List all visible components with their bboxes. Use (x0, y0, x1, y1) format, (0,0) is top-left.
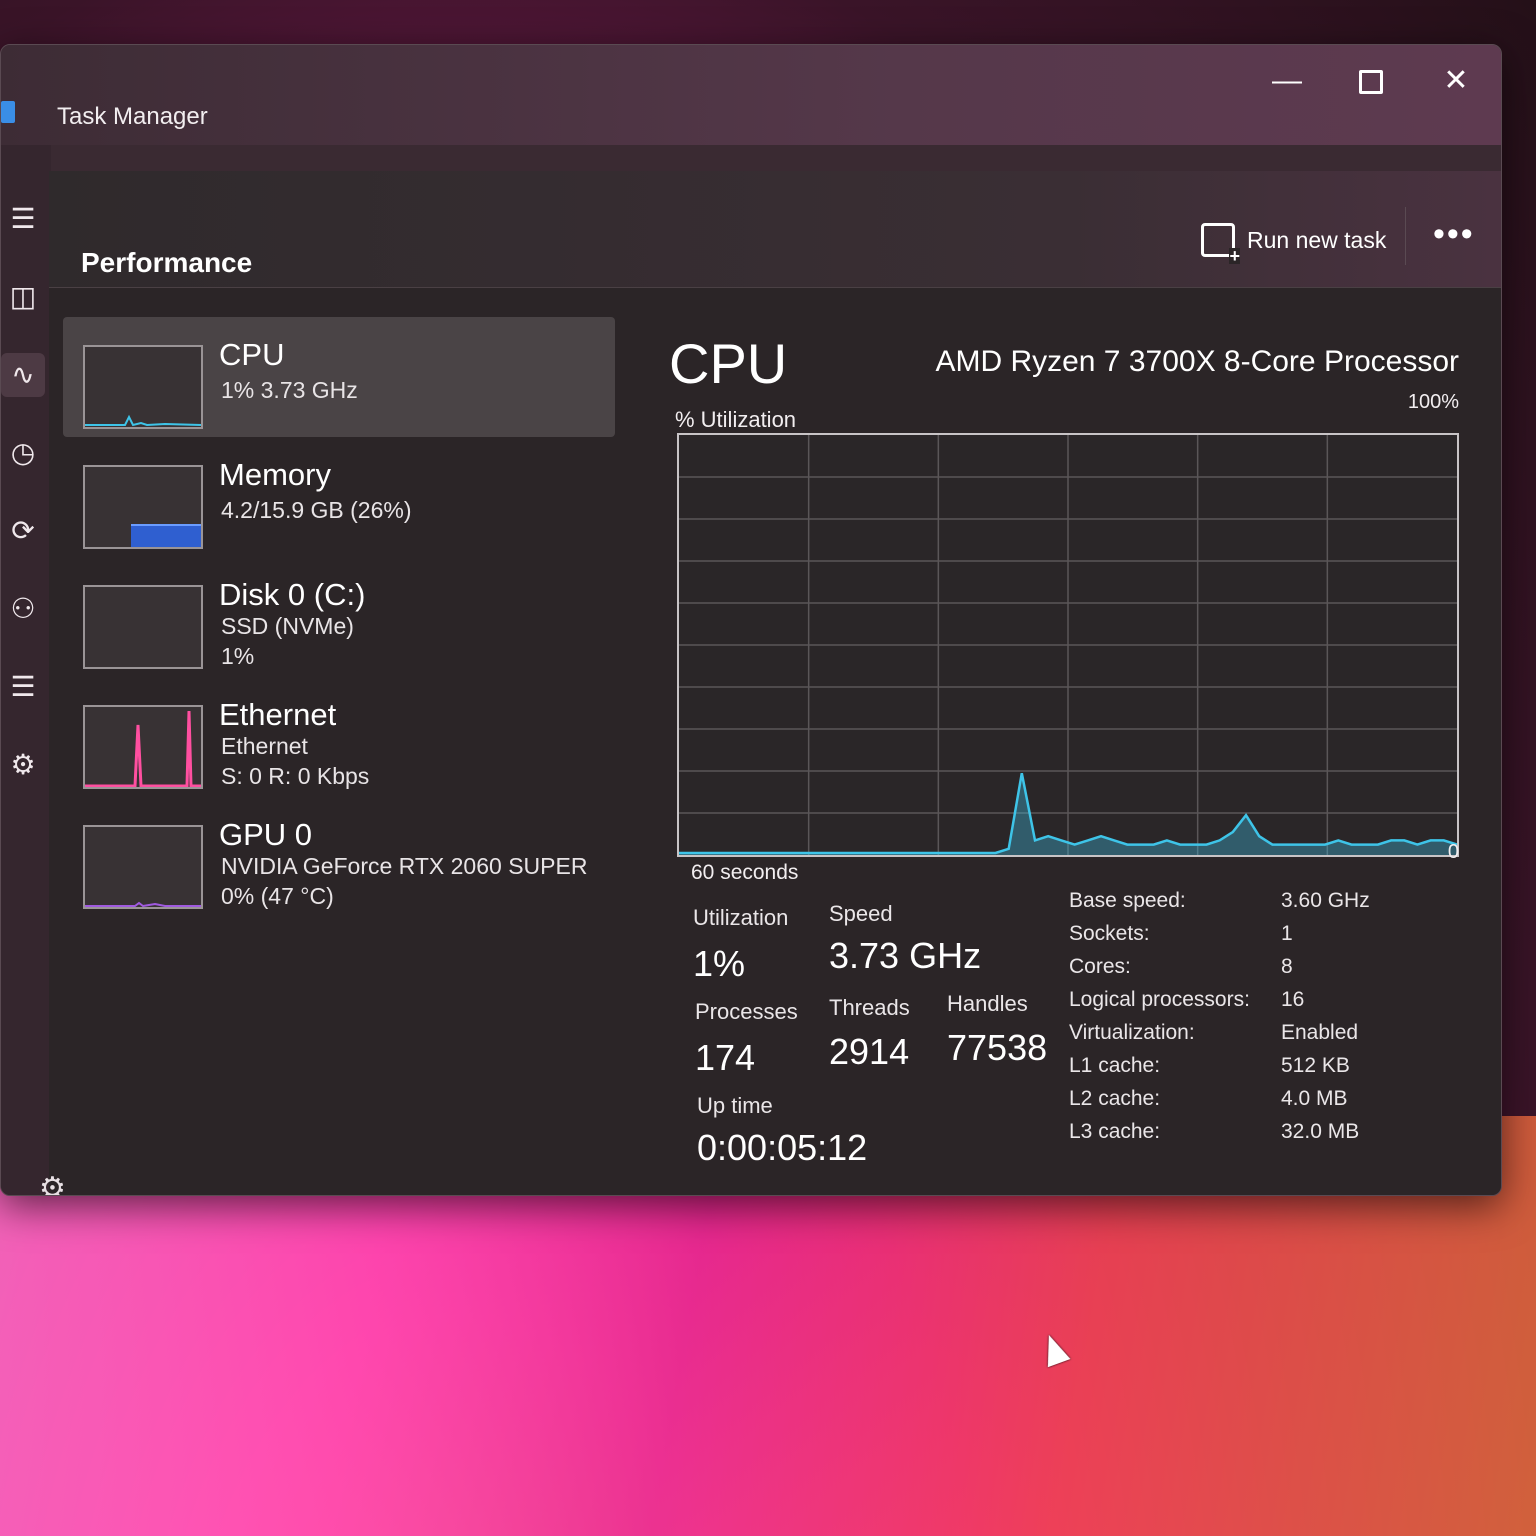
processes-icon[interactable]: ◫ (1, 275, 45, 319)
speed-label: Speed (829, 901, 893, 926)
processes-value: 174 (695, 1037, 756, 1078)
task-manager-window: Task Manager — ✕ ☰ ◫ ∿ ◷ ⟳ ⚇ ☰ ⚙ Perform… (0, 44, 1502, 1196)
speed-value: 3.73 GHz (829, 935, 982, 976)
task-manager-app-icon (1, 101, 15, 123)
services-icon[interactable]: ⚙ (1, 743, 45, 787)
spec-label: Sockets: (1069, 922, 1150, 945)
cpu-graph-svg (679, 435, 1458, 855)
spec-label: Logical processors: (1069, 988, 1250, 1011)
startup-icon[interactable]: ⟳ (1, 509, 45, 553)
resource-name: Ethernet (219, 697, 337, 732)
gear-icon[interactable]: ⚙ (39, 1171, 66, 1195)
spec-value: 512 KB (1281, 1054, 1350, 1077)
page-header: Performance Run new task ••• (49, 171, 1501, 288)
handles-label: Handles (947, 991, 1028, 1016)
resource-detail: NVIDIA GeForce RTX 2060 SUPER (221, 853, 588, 879)
resource-list: CPU 1% 3.73 GHz Memory 4.2/15.9 GB (26%)… (63, 317, 615, 917)
spec-value: 4.0 MB (1281, 1087, 1348, 1110)
ethernet-thumbnail-graph (83, 705, 203, 789)
page-title: Performance (81, 247, 253, 278)
spec-value: 8 (1281, 955, 1293, 978)
cpu-utilization-graph (677, 433, 1459, 857)
resource-usage: S: 0 R: 0 Kbps (221, 763, 370, 789)
resource-item-memory[interactable]: Memory 4.2/15.9 GB (26%) (63, 437, 615, 557)
maximize-icon (1359, 70, 1383, 95)
threads-label: Threads (829, 995, 910, 1020)
close-button[interactable]: ✕ (1426, 59, 1486, 103)
details-icon[interactable]: ☰ (1, 665, 45, 709)
spec-value: 1 (1281, 922, 1293, 945)
handles-value: 77538 (947, 1027, 1048, 1068)
spec-value: 32.0 MB (1281, 1120, 1360, 1143)
run-task-icon (1201, 223, 1240, 264)
resource-usage: 1% (221, 643, 255, 669)
more-options-button[interactable]: ••• (1433, 215, 1475, 254)
uptime-label: Up time (697, 1093, 773, 1118)
resource-detail: SSD (NVMe) (221, 613, 354, 639)
maximize-button[interactable] (1341, 59, 1401, 103)
resource-name: Memory (219, 457, 331, 492)
run-new-task-label: Run new task (1247, 226, 1387, 253)
run-new-task-button[interactable]: Run new task (1201, 223, 1387, 264)
spec-label: L1 cache: (1069, 1054, 1161, 1077)
main-content: Performance Run new task ••• CPU 1% 3.73… (39, 171, 1501, 1195)
app-history-icon[interactable]: ◷ (1, 431, 45, 475)
resource-item-disk[interactable]: Disk 0 (C:) SSD (NVMe) 1% (63, 557, 615, 677)
utilization-value: 1% (693, 943, 746, 984)
uptime-value: 0:00:05:12 (697, 1127, 868, 1168)
utilization-label: Utilization (693, 905, 789, 930)
spec-value: 16 (1281, 988, 1305, 1011)
resource-item-gpu[interactable]: GPU 0 NVIDIA GeForce RTX 2060 SUPER 0% (… (63, 797, 615, 917)
utilization-axis-label: % Utilization (675, 407, 797, 432)
spec-label: L2 cache: (1069, 1087, 1161, 1110)
threads-value: 2914 (829, 1031, 910, 1072)
resource-detail: 4.2/15.9 GB (26%) (221, 497, 412, 523)
resource-name: CPU (219, 337, 285, 372)
cpu-thumbnail-graph (83, 345, 203, 429)
navigation-rail: ☰ ◫ ∿ ◷ ⟳ ⚇ ☰ ⚙ (1, 145, 51, 1195)
resource-usage: 0% (47 °C) (221, 883, 334, 909)
y-axis-min-label: 0 (1447, 841, 1459, 863)
minimize-button[interactable]: — (1257, 59, 1317, 103)
cpu-model-name: AMD Ryzen 7 3700X 8-Core Processor (935, 345, 1459, 378)
memory-thumbnail-graph (83, 465, 203, 549)
gpu-thumbnail-graph (83, 825, 203, 909)
spec-label: Cores: (1069, 955, 1131, 978)
resource-item-cpu[interactable]: CPU 1% 3.73 GHz (63, 317, 615, 437)
spec-label: Base speed: (1069, 889, 1186, 912)
spec-label: Virtualization: (1069, 1021, 1195, 1044)
resource-detail: 1% 3.73 GHz (221, 377, 358, 403)
hamburger-icon[interactable]: ☰ (1, 197, 45, 241)
title-bar[interactable]: Task Manager — ✕ (1, 45, 1501, 145)
disk-thumbnail-graph (83, 585, 203, 669)
cpu-panel-title: CPU (669, 332, 788, 395)
resource-name: Disk 0 (C:) (219, 577, 366, 612)
spec-label: L3 cache: (1069, 1120, 1161, 1143)
window-title: Task Manager (57, 103, 208, 130)
x-axis-label: 60 seconds (691, 861, 799, 884)
resource-name: GPU 0 (219, 817, 313, 852)
header-divider (1405, 207, 1406, 265)
performance-icon[interactable]: ∿ (1, 353, 45, 397)
y-axis-max-label: 100% (1407, 391, 1459, 413)
resource-detail: Ethernet (221, 733, 308, 759)
users-icon[interactable]: ⚇ (1, 587, 45, 631)
resource-item-ethernet[interactable]: Ethernet Ethernet S: 0 R: 0 Kbps (63, 677, 615, 797)
spec-value: Enabled (1281, 1021, 1359, 1044)
processes-label: Processes (695, 999, 798, 1024)
spec-value: 3.60 GHz (1281, 889, 1370, 912)
